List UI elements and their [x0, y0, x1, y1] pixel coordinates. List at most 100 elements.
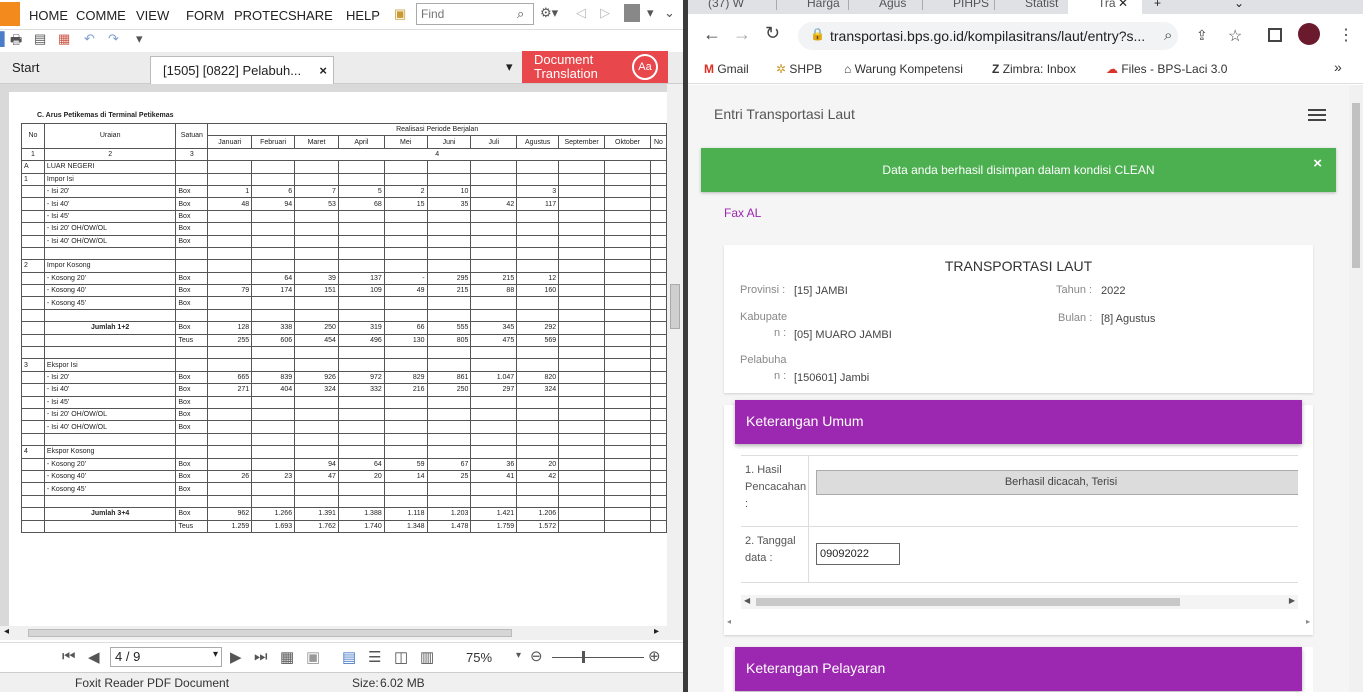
tab-start[interactable]: Start: [12, 60, 39, 75]
close-icon[interactable]: ×: [1313, 142, 1322, 186]
select-icon[interactable]: ▌: [0, 31, 9, 46]
scroll-left-icon[interactable]: ◀: [744, 596, 750, 605]
close-tab-icon[interactable]: ×: [319, 63, 327, 78]
zoom-level[interactable]: 75%: [466, 650, 492, 665]
horizontal-scrollbar[interactable]: ◂ ▸: [0, 626, 683, 640]
tanggal-input[interactable]: [816, 543, 900, 565]
table-cell: 319: [337, 321, 385, 335]
inner-scroll-thumb[interactable]: [756, 598, 1180, 606]
bookmarks-overflow-icon[interactable]: »: [1334, 59, 1342, 75]
more-menu-icon[interactable]: ⋮: [1338, 25, 1354, 45]
page-scrollbar[interactable]: [1349, 85, 1363, 692]
bookmark-star-icon[interactable]: ☆: [1228, 26, 1242, 46]
continuous-facing-icon[interactable]: ▥: [420, 648, 434, 666]
tab-search-icon[interactable]: ⌄: [1234, 0, 1244, 10]
bookmark-shpb[interactable]: ✲ SHPB: [776, 62, 822, 76]
browser-tab[interactable]: (37) W: [708, 0, 744, 10]
horizontal-scroll-thumb[interactable]: [28, 629, 512, 637]
close-tab-icon[interactable]: ✕: [1118, 0, 1128, 10]
collapse-ribbon-icon[interactable]: ⌄: [664, 5, 675, 21]
continuous-icon[interactable]: ☰: [368, 648, 381, 666]
table-cell: - Isi 20': [43, 370, 177, 385]
print-icon[interactable]: 🖶: [10, 31, 22, 53]
menu-home[interactable]: HOME: [29, 8, 68, 23]
chevron-down-icon[interactable]: ▾: [647, 5, 654, 21]
browser-tab-active[interactable]: Tra: [1068, 0, 1142, 14]
forward-arrow-icon[interactable]: ▷: [600, 5, 610, 21]
scroll-right-icon[interactable]: ▸: [654, 626, 659, 637]
zoom-icon[interactable]: ⌕: [1164, 27, 1172, 44]
browser-tab[interactable]: PIHPS: [922, 0, 989, 10]
vertical-scroll-thumb[interactable]: [670, 284, 680, 329]
browser-tab[interactable]: Agus: [848, 0, 906, 10]
scroll-right-icon[interactable]: ▸: [1306, 617, 1310, 626]
menu-view[interactable]: VIEW: [136, 8, 169, 23]
scan-icon[interactable]: ▤: [34, 31, 46, 47]
scroll-left-icon[interactable]: ◂: [727, 617, 731, 626]
fit-width-icon[interactable]: ▣: [306, 648, 320, 666]
next-page-icon[interactable]: ▶: [230, 648, 242, 666]
table-row: 4 Ekspor Kosong: [21, 445, 667, 459]
bookmark-zimbra[interactable]: Z Zimbra: Inbox: [992, 62, 1076, 76]
user-icon[interactable]: [624, 4, 640, 22]
scroll-left-icon[interactable]: ◂: [4, 626, 9, 637]
tab-document[interactable]: [1505] [0822] Pelabuh... ×: [150, 56, 334, 84]
zoom-in-icon[interactable]: ⊕: [648, 647, 661, 665]
page-number-input[interactable]: 4 / 9 ▾: [110, 647, 222, 667]
customize-icon[interactable]: ▾: [136, 31, 143, 47]
side-panel-icon[interactable]: [1268, 28, 1282, 42]
url-field[interactable]: 🔒 transportasi.bps.go.id/kompilasitrans/…: [798, 22, 1178, 50]
fit-page-icon[interactable]: ▦: [280, 648, 294, 666]
folder-search-icon[interactable]: ▣: [394, 6, 406, 22]
table-cell: [516, 234, 560, 248]
first-page-icon[interactable]: ⏮: [62, 648, 76, 665]
reload-icon[interactable]: ↻: [765, 23, 780, 44]
menu-comment[interactable]: COMME: [76, 8, 126, 23]
new-doc-icon[interactable]: ▦: [58, 31, 70, 47]
bookmark-warung[interactable]: ⌂ Warung Kompetensi: [844, 62, 963, 76]
zoom-out-icon[interactable]: ⊖: [530, 647, 543, 665]
avatar[interactable]: [1298, 23, 1320, 45]
page-scroll-thumb[interactable]: [1352, 103, 1360, 268]
fax-link[interactable]: Fax AL: [724, 206, 761, 220]
inner-horizontal-scrollbar[interactable]: ◀ ▶: [741, 595, 1298, 609]
table-cell: 41: [470, 469, 518, 484]
back-arrow-icon[interactable]: ◁: [576, 5, 586, 21]
search-icon[interactable]: ⌕: [517, 6, 524, 22]
scroll-right-icon[interactable]: ▶: [1289, 596, 1295, 605]
menu-protect[interactable]: PROTEC: [234, 8, 288, 23]
document-translation-button[interactable]: Document Translation Aa: [522, 51, 668, 83]
menu-form[interactable]: FORM: [186, 8, 224, 23]
table-cell: [21, 507, 45, 521]
back-arrow-icon[interactable]: ←: [703, 24, 721, 45]
prev-page-icon[interactable]: ◀: [88, 648, 100, 666]
hasil-pencacahan-button[interactable]: Berhasil dicacah, Terisi: [816, 470, 1298, 495]
zoom-slider-handle[interactable]: [582, 651, 585, 663]
redo-icon[interactable]: ↷: [108, 31, 119, 47]
menu-help[interactable]: HELP: [346, 8, 380, 23]
zoom-slider[interactable]: [552, 657, 644, 658]
single-page-icon[interactable]: ▤: [342, 648, 356, 666]
document-viewport[interactable]: C. Arus Petikemas di Terminal Petikemas …: [0, 84, 683, 628]
facing-icon[interactable]: ◫: [394, 648, 408, 666]
table-cell: 174: [251, 284, 296, 298]
undo-icon[interactable]: ↶: [84, 31, 95, 47]
hamburger-menu-icon[interactable]: [1308, 109, 1326, 121]
menu-share[interactable]: SHARE: [288, 8, 333, 23]
forward-arrow-icon[interactable]: →: [733, 24, 751, 45]
table-cell: [604, 407, 651, 422]
app-menu-button[interactable]: [0, 2, 20, 26]
new-tab-icon[interactable]: +: [1154, 0, 1161, 10]
share-icon[interactable]: ⇪: [1196, 27, 1208, 44]
gear-icon[interactable]: ⚙▾: [540, 5, 558, 21]
zoom-dropdown-icon[interactable]: ▾: [516, 650, 521, 661]
browser-tab[interactable]: Statist: [994, 0, 1058, 10]
last-page-icon[interactable]: ⏭: [254, 648, 268, 665]
table-cell: [649, 507, 667, 521]
browser-tab[interactable]: Harga: [776, 0, 840, 10]
tab-list-icon[interactable]: ▾: [506, 59, 513, 75]
table-cell: [558, 271, 606, 286]
bookmark-gmail[interactable]: M Gmail: [704, 62, 749, 76]
vertical-scrollbar[interactable]: [667, 84, 683, 628]
bookmark-files[interactable]: ☁ Files - BPS-Laci 3.0: [1106, 62, 1227, 76]
